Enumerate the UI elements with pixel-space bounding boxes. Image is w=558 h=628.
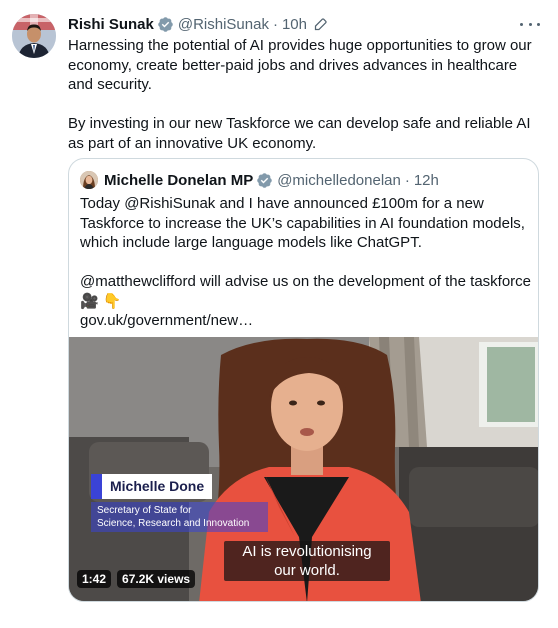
video-view-count: 67.2K views: [117, 570, 196, 588]
quoted-timestamp[interactable]: 12h: [414, 172, 439, 189]
tweet-header: Rishi Sunak @RishiSunak · 10h: [68, 14, 328, 34]
video-subtitle: AI is revolutionising our world.: [224, 541, 390, 581]
video-duration: 1:42: [77, 570, 112, 588]
pointing-down-emoji: 👇: [102, 292, 122, 310]
tweet-card[interactable]: Rishi Sunak @RishiSunak · 10h Harnessing…: [0, 0, 558, 628]
tweet-text: Harnessing the potential of AI provides …: [68, 36, 538, 153]
video-meta: 1:42 67.2K views: [77, 569, 196, 589]
author-name[interactable]: Rishi Sunak: [68, 16, 154, 33]
verified-badge-icon[interactable]: [256, 172, 273, 189]
video-camera-emoji: 🎥: [80, 292, 99, 310]
quoted-paragraph: Today @RishiSunak and I have announced £…: [80, 195, 525, 251]
quoted-author-name[interactable]: Michelle Donelan MP: [104, 172, 253, 189]
author-avatar[interactable]: [12, 14, 56, 58]
link-card-url[interactable]: gov.uk/government/new…: [80, 311, 532, 331]
quoted-tweet-header: Michelle Donelan MP @michelledonelan · 1…: [80, 171, 439, 189]
quoted-paragraph: @matthewclifford will advise us on the d…: [80, 273, 532, 290]
separator-dot: ·: [272, 15, 278, 33]
quoted-tweet-text: Today @RishiSunak and I have announced £…: [80, 194, 532, 331]
author-handle[interactable]: @RishiSunak: [178, 16, 269, 33]
verified-badge-icon[interactable]: [157, 16, 174, 33]
subtitle-line: AI is revolutionising: [242, 543, 372, 560]
quoted-tweet[interactable]: Michelle Donelan MP @michelledonelan · 1…: [68, 158, 539, 602]
more-options-icon[interactable]: [520, 16, 540, 32]
lower-third-name: Michelle Done: [102, 474, 213, 499]
emoji-row: 🎥 👇: [80, 292, 532, 312]
lower-third-title-line: Secretary of State for: [97, 505, 192, 516]
tweet-timestamp[interactable]: 10h: [282, 16, 307, 33]
video-lower-third: Michelle Done Secretary of State for Sci…: [91, 474, 268, 532]
video-player[interactable]: Michelle Done Secretary of State for Sci…: [69, 337, 538, 601]
quoted-author-handle[interactable]: @michelledonelan: [277, 172, 401, 189]
lower-third-title: Secretary of State for Science, Research…: [91, 502, 268, 532]
quoted-author-avatar[interactable]: [80, 171, 98, 189]
separator-dot: ·: [404, 171, 410, 189]
lower-third-accent-bar: [91, 474, 102, 499]
lower-third-title-line: Science, Research and Innovation: [97, 518, 250, 529]
subtitle-line: our world.: [274, 562, 340, 579]
tweet-paragraph: Harnessing the potential of AI provides …: [68, 37, 532, 93]
edited-pencil-icon[interactable]: [313, 17, 328, 32]
tweet-paragraph: By investing in our new Taskforce we can…: [68, 115, 531, 152]
